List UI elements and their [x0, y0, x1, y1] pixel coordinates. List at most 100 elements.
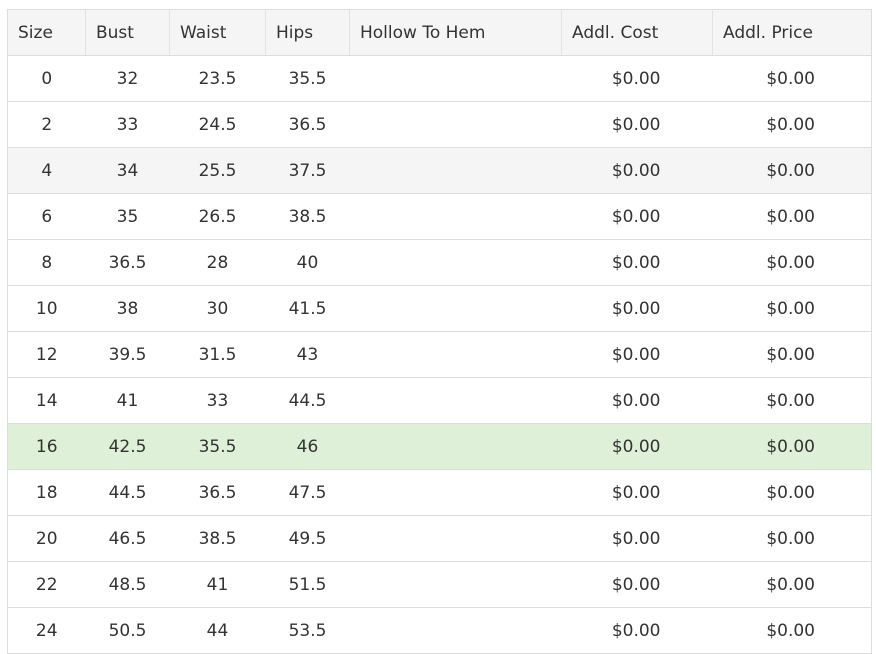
table-row[interactable]: 24 50.5 44 53.5 $0.00 $0.00 [7, 607, 872, 654]
cell-addl-cost: $0.00 [561, 515, 713, 562]
cell-hollow-to-hem [349, 147, 562, 194]
cell-waist: 26.5 [169, 193, 266, 240]
cell-size: 4 [7, 147, 86, 194]
cell-addl-price: $0.00 [712, 423, 872, 470]
size-chart-table-container: Size Bust Waist Hips Hollow To Hem Addl.… [7, 9, 872, 654]
cell-addl-cost: $0.00 [561, 423, 713, 470]
cell-bust: 48.5 [85, 561, 170, 608]
cell-addl-price: $0.00 [712, 193, 872, 240]
cell-addl-price: $0.00 [712, 239, 872, 286]
cell-hips: 44.5 [265, 377, 350, 424]
cell-hips: 37.5 [265, 147, 350, 194]
cell-addl-cost: $0.00 [561, 239, 713, 286]
cell-waist: 44 [169, 607, 266, 654]
table-row[interactable]: 0 32 23.5 35.5 $0.00 $0.00 [7, 55, 872, 102]
column-header-hollow-to-hem[interactable]: Hollow To Hem [349, 9, 562, 56]
cell-waist: 23.5 [169, 55, 266, 102]
column-header-waist[interactable]: Waist [169, 9, 266, 56]
cell-waist: 41 [169, 561, 266, 608]
cell-hollow-to-hem [349, 101, 562, 148]
table-row[interactable]: 6 35 26.5 38.5 $0.00 $0.00 [7, 193, 872, 240]
cell-bust: 39.5 [85, 331, 170, 378]
column-header-addl-cost[interactable]: Addl. Cost [561, 9, 713, 56]
cell-addl-price: $0.00 [712, 561, 872, 608]
cell-size: 2 [7, 101, 86, 148]
cell-addl-cost: $0.00 [561, 377, 713, 424]
cell-addl-price: $0.00 [712, 55, 872, 102]
cell-size: 8 [7, 239, 86, 286]
cell-hollow-to-hem [349, 55, 562, 102]
cell-size: 6 [7, 193, 86, 240]
cell-bust: 50.5 [85, 607, 170, 654]
cell-bust: 38 [85, 285, 170, 332]
table-row[interactable]: 2 33 24.5 36.5 $0.00 $0.00 [7, 101, 872, 148]
cell-hips: 51.5 [265, 561, 350, 608]
cell-hollow-to-hem [349, 561, 562, 608]
cell-waist: 35.5 [169, 423, 266, 470]
cell-addl-price: $0.00 [712, 285, 872, 332]
cell-size: 18 [7, 469, 86, 516]
table-row[interactable]: 8 36.5 28 40 $0.00 $0.00 [7, 239, 872, 286]
table-row[interactable]: 22 48.5 41 51.5 $0.00 $0.00 [7, 561, 872, 608]
table-row[interactable]: 20 46.5 38.5 49.5 $0.00 $0.00 [7, 515, 872, 562]
cell-hips: 40 [265, 239, 350, 286]
cell-hips: 43 [265, 331, 350, 378]
cell-hips: 49.5 [265, 515, 350, 562]
cell-hollow-to-hem [349, 193, 562, 240]
cell-waist: 24.5 [169, 101, 266, 148]
cell-addl-price: $0.00 [712, 607, 872, 654]
cell-addl-price: $0.00 [712, 147, 872, 194]
cell-size: 16 [7, 423, 86, 470]
column-header-size[interactable]: Size [7, 9, 86, 56]
cell-hips: 41.5 [265, 285, 350, 332]
cell-addl-cost: $0.00 [561, 607, 713, 654]
cell-hollow-to-hem [349, 331, 562, 378]
cell-hips: 36.5 [265, 101, 350, 148]
table-row[interactable]: 12 39.5 31.5 43 $0.00 $0.00 [7, 331, 872, 378]
table-row[interactable]: 10 38 30 41.5 $0.00 $0.00 [7, 285, 872, 332]
cell-addl-cost: $0.00 [561, 561, 713, 608]
cell-size: 14 [7, 377, 86, 424]
cell-hollow-to-hem [349, 469, 562, 516]
cell-addl-cost: $0.00 [561, 147, 713, 194]
cell-size: 12 [7, 331, 86, 378]
cell-bust: 33 [85, 101, 170, 148]
column-header-hips[interactable]: Hips [265, 9, 350, 56]
cell-hips: 46 [265, 423, 350, 470]
cell-addl-cost: $0.00 [561, 469, 713, 516]
cell-waist: 36.5 [169, 469, 266, 516]
cell-size: 0 [7, 55, 86, 102]
cell-size: 20 [7, 515, 86, 562]
column-header-addl-price[interactable]: Addl. Price [712, 9, 872, 56]
cell-addl-price: $0.00 [712, 377, 872, 424]
column-header-bust[interactable]: Bust [85, 9, 170, 56]
header-row: Size Bust Waist Hips Hollow To Hem Addl.… [7, 9, 872, 56]
table-header: Size Bust Waist Hips Hollow To Hem Addl.… [7, 9, 872, 56]
table-row[interactable]: 14 41 33 44.5 $0.00 $0.00 [7, 377, 872, 424]
cell-bust: 44.5 [85, 469, 170, 516]
cell-size: 10 [7, 285, 86, 332]
cell-hollow-to-hem [349, 423, 562, 470]
cell-bust: 46.5 [85, 515, 170, 562]
size-chart-table: Size Bust Waist Hips Hollow To Hem Addl.… [7, 9, 872, 654]
cell-hips: 38.5 [265, 193, 350, 240]
cell-hollow-to-hem [349, 239, 562, 286]
cell-addl-cost: $0.00 [561, 55, 713, 102]
table-row[interactable]: 18 44.5 36.5 47.5 $0.00 $0.00 [7, 469, 872, 516]
cell-bust: 36.5 [85, 239, 170, 286]
cell-waist: 25.5 [169, 147, 266, 194]
cell-waist: 38.5 [169, 515, 266, 562]
cell-bust: 35 [85, 193, 170, 240]
cell-addl-price: $0.00 [712, 101, 872, 148]
cell-waist: 33 [169, 377, 266, 424]
cell-hollow-to-hem [349, 377, 562, 424]
cell-addl-cost: $0.00 [561, 193, 713, 240]
table-row[interactable]: 4 34 25.5 37.5 $0.00 $0.00 [7, 147, 872, 194]
cell-bust: 42.5 [85, 423, 170, 470]
cell-addl-price: $0.00 [712, 331, 872, 378]
cell-addl-price: $0.00 [712, 515, 872, 562]
cell-bust: 41 [85, 377, 170, 424]
cell-waist: 31.5 [169, 331, 266, 378]
table-row[interactable]: 16 42.5 35.5 46 $0.00 $0.00 [7, 423, 872, 470]
cell-addl-cost: $0.00 [561, 285, 713, 332]
